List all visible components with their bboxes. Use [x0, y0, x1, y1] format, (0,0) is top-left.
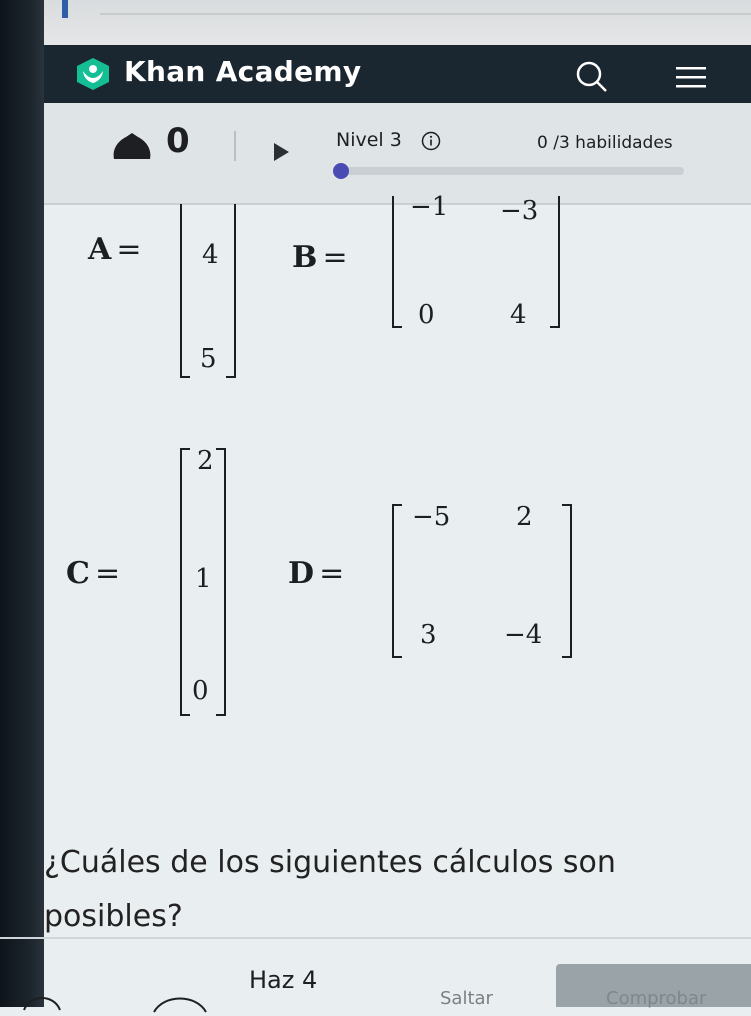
left-bracket — [392, 196, 402, 328]
divider — [234, 131, 236, 161]
matrix-cell: −3 — [500, 196, 539, 226]
progress-bar-area: 0 Nivel 3 0 /3 habilidades — [44, 103, 751, 203]
status-strip — [44, 0, 751, 45]
matrix-cell: 3 — [420, 620, 437, 650]
divider — [0, 937, 751, 939]
matrix-cell: −1 — [410, 192, 449, 222]
energy-points-count: 0 — [166, 121, 190, 161]
device-bezel — [0, 0, 44, 1007]
left-bracket — [392, 504, 402, 658]
matrix-cell: −4 — [504, 620, 543, 650]
search-icon[interactable] — [574, 59, 608, 93]
right-bracket — [550, 196, 560, 328]
level-progress-track — [340, 167, 684, 175]
left-bracket — [180, 448, 190, 716]
matrix-label: A — [88, 232, 112, 267]
matrix-cell: 5 — [200, 344, 217, 374]
question-prompt: ¿Cuáles de los siguientes cálculos son p… — [44, 845, 616, 934]
left-bracket — [180, 204, 190, 378]
check-answer-label[interactable]: Comprobar — [606, 988, 706, 1009]
skills-progress-label: 0 /3 habilidades — [537, 133, 673, 153]
hamburger-menu-icon[interactable] — [676, 67, 706, 89]
app-header: Khan Academy — [44, 45, 751, 103]
play-icon[interactable] — [274, 143, 289, 161]
matrix-cell: 2 — [197, 446, 214, 476]
status-divider — [100, 13, 751, 15]
matrix-cell: 1 — [195, 564, 212, 594]
matrix-label: C — [66, 556, 90, 591]
skip-button[interactable]: Saltar — [440, 988, 493, 1009]
level-progress-indicator — [333, 163, 349, 179]
matrix-cell: 2 — [516, 502, 533, 532]
equals-sign: = — [319, 556, 345, 591]
matrix-cell: 4 — [202, 240, 219, 270]
status-marker — [62, 0, 68, 18]
matrix-cell: −5 — [412, 502, 451, 532]
progress-arc-icon — [153, 997, 207, 1013]
matrix-cell: 0 — [192, 676, 209, 706]
matrix-cell: 0 — [418, 300, 435, 330]
brand-title[interactable]: Khan Academy — [124, 55, 361, 88]
energy-points-icon — [113, 133, 151, 159]
matrix-label: D — [288, 556, 315, 591]
progress-arc-icon — [23, 997, 61, 1011]
right-bracket — [226, 204, 236, 378]
right-bracket — [562, 504, 572, 658]
matrix-label: B — [292, 240, 318, 275]
level-label: Nivel 3 — [336, 129, 402, 151]
equals-sign: = — [94, 556, 121, 591]
task-count-label: Haz 4 — [249, 966, 318, 994]
equals-sign: = — [322, 240, 348, 275]
khan-leaf-icon[interactable] — [74, 57, 112, 91]
info-icon[interactable] — [421, 131, 441, 151]
equals-sign: = — [116, 232, 142, 267]
right-bracket — [216, 448, 226, 716]
matrix-cell: 4 — [510, 300, 527, 330]
